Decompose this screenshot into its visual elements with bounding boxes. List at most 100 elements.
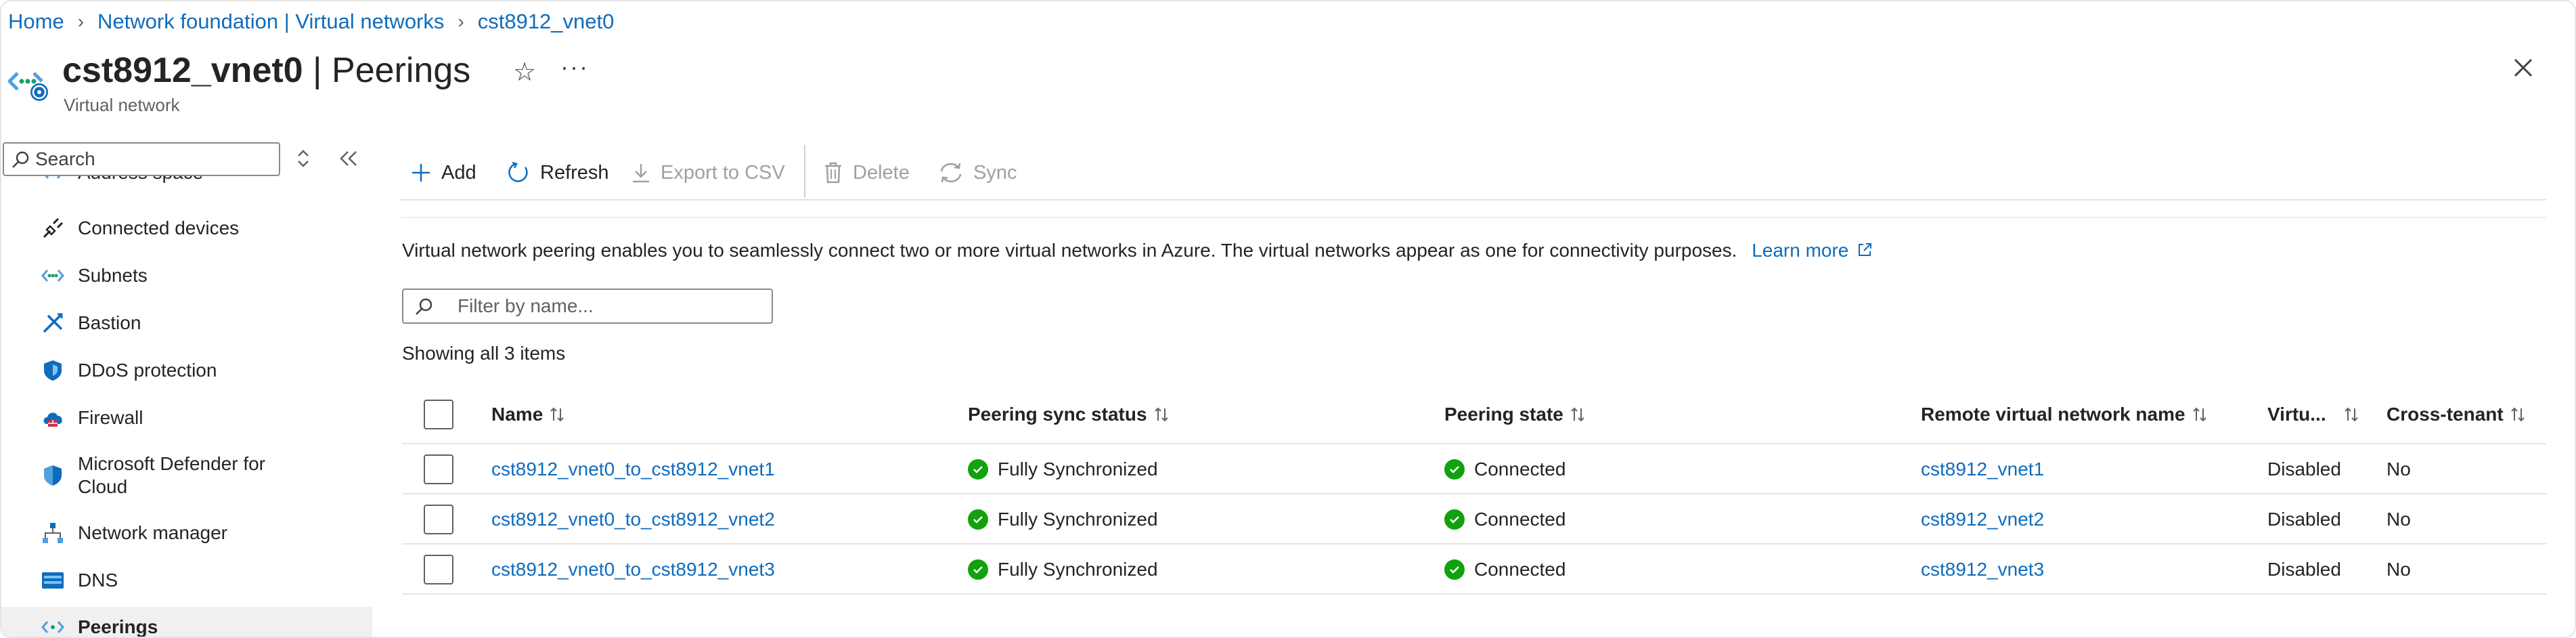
nav-item-connected-devices[interactable]: Connected devices [1,210,372,247]
breadcrumb-virtual-networks[interactable]: Network foundation | Virtual networks [97,9,444,34]
nav-item-address-space[interactable]: Address space [1,176,372,190]
sort-icon [550,407,564,422]
peering-state-cell: Connected [1444,496,1565,543]
column-header-label: Peering state [1444,404,1563,425]
learn-more-link[interactable]: Learn more [1752,240,1873,261]
nav-item-firewall[interactable]: Firewall [1,400,372,436]
table-row[interactable]: cst8912_vnet0_to_cst8912_vnet1 Fully Syn… [402,446,2546,494]
nav-item-label: Network manager [78,522,227,543]
table-row[interactable]: cst8912_vnet0_to_cst8912_vnet3 Fully Syn… [402,546,2546,595]
nav-item-dns[interactable]: DNS [1,562,372,599]
export-csv-button-label: Export to CSV [661,161,785,184]
refresh-icon [508,161,528,182]
export-csv-button[interactable]: Export to CSV [631,149,785,196]
peering-name-link[interactable]: cst8912_vnet0_to_cst8912_vnet2 [491,496,775,543]
nav-item-label: DDoS protection [78,360,217,381]
nav-item-peerings[interactable]: Peerings [1,607,372,637]
row-checkbox[interactable] [424,546,453,593]
virtual-network-icon [8,72,48,101]
chevron-right-icon: › [458,11,464,32]
success-check-icon [968,459,988,480]
select-all-checkbox[interactable] [424,386,453,443]
sync-icon [940,163,962,183]
success-check-icon [1444,459,1465,480]
filter-by-name-input[interactable]: Filter by name... [402,289,773,324]
nav-item-network-manager[interactable]: Network manager [1,515,372,551]
checkbox-box [424,505,453,534]
close-icon[interactable] [2510,54,2537,81]
refresh-button[interactable]: Refresh [506,149,609,196]
nav-item-label: Connected devices [78,217,240,238]
nav-item-label: Subnets [78,265,148,286]
column-header-virtual-network-gateway[interactable]: Virtu... [2267,386,2369,443]
search-icon [12,151,29,168]
add-button[interactable]: Add [410,149,476,196]
collapse-menu-icon[interactable] [337,148,360,169]
toolbar-divider [804,145,805,198]
gateway-transit-cell: Disabled [2267,509,2341,530]
shield-icon [41,358,65,383]
table-row[interactable]: cst8912_vnet0_to_cst8912_vnet2 Fully Syn… [402,496,2546,545]
sync-button[interactable]: Sync [938,149,1017,196]
row-checkbox[interactable] [424,446,453,493]
checkbox-box [424,400,453,429]
more-options-icon[interactable]: ··· [560,53,589,81]
checkbox-box [424,555,453,584]
firewall-icon [41,406,65,430]
success-check-icon [968,509,988,530]
nav-item-label: Firewall [78,407,143,428]
column-header-remote-vnet[interactable]: Remote virtual network name [1921,386,2208,443]
refresh-button-label: Refresh [540,161,609,184]
search-icon [416,298,432,315]
peering-description-text: Virtual network peering enables you to s… [402,240,1737,261]
remote-vnet-link[interactable]: cst8912_vnet1 [1921,446,2044,493]
sort-icon [1154,407,1168,422]
column-header-peering-state[interactable]: Peering state [1444,386,1586,443]
breadcrumb-home[interactable]: Home [8,9,64,34]
plus-icon [412,164,430,182]
column-header-sync-status[interactable]: Peering sync status [968,386,1170,443]
delete-button[interactable]: Delete [823,149,910,196]
gateway-transit-cell: Disabled [2267,559,2341,580]
column-header-cross-tenant[interactable]: Cross-tenant [2386,386,2527,443]
table-header: Name Peering sync status Peering state R… [402,386,2546,444]
nav-item-label: Microsoft Defender for Cloud [78,453,265,497]
nav-item-label: Bastion [78,312,141,333]
nav-item-defender-for-cloud[interactable]: Microsoft Defender for Cloud [1,447,372,504]
remote-vnet-link[interactable]: cst8912_vnet2 [1921,496,2044,543]
nav-item-ddos-protection[interactable]: DDoS protection [1,352,372,389]
learn-more-label: Learn more [1752,240,1849,261]
row-checkbox[interactable] [424,496,453,543]
column-header-label: Virtu... [2267,404,2326,425]
column-header-name[interactable]: Name [491,386,566,443]
nav-search-input[interactable]: Search [3,142,280,176]
success-check-icon [1444,559,1465,580]
sync-status-text: Fully Synchronized [998,509,1158,530]
peering-state-text: Connected [1474,459,1566,480]
delete-button-label: Delete [853,161,910,184]
peering-name-link[interactable]: cst8912_vnet0_to_cst8912_vnet1 [491,446,775,493]
sort-icon [2192,407,2206,422]
peering-state-cell: Connected [1444,546,1565,593]
nav-item-label: DNS [78,570,118,591]
nav-item-subnets[interactable]: Subnets [1,257,372,294]
peering-state-text: Connected [1474,509,1566,530]
breadcrumb-vnet[interactable]: cst8912_vnet0 [478,9,615,34]
remote-vnet-link[interactable]: cst8912_vnet3 [1921,546,2044,593]
peering-state-cell: Connected [1444,446,1565,493]
favorite-star-icon[interactable]: ☆ [513,57,536,87]
checkbox-box [424,454,453,484]
sync-button-label: Sync [973,161,1017,184]
peerings-icon [41,615,65,637]
page-subtitle: Virtual network [64,95,180,115]
gateway-transit-cell: Disabled [2267,459,2341,480]
peering-state-text: Connected [1474,559,1566,580]
defender-icon [41,463,65,488]
peering-name-link[interactable]: cst8912_vnet0_to_cst8912_vnet3 [491,546,775,593]
column-header-label: Remote virtual network name [1921,404,2185,425]
plug-icon [41,216,65,240]
download-icon [633,164,649,183]
expand-collapse-icon[interactable] [294,148,313,169]
nav-item-bastion[interactable]: Bastion [1,305,372,341]
column-header-label: Name [491,404,543,425]
